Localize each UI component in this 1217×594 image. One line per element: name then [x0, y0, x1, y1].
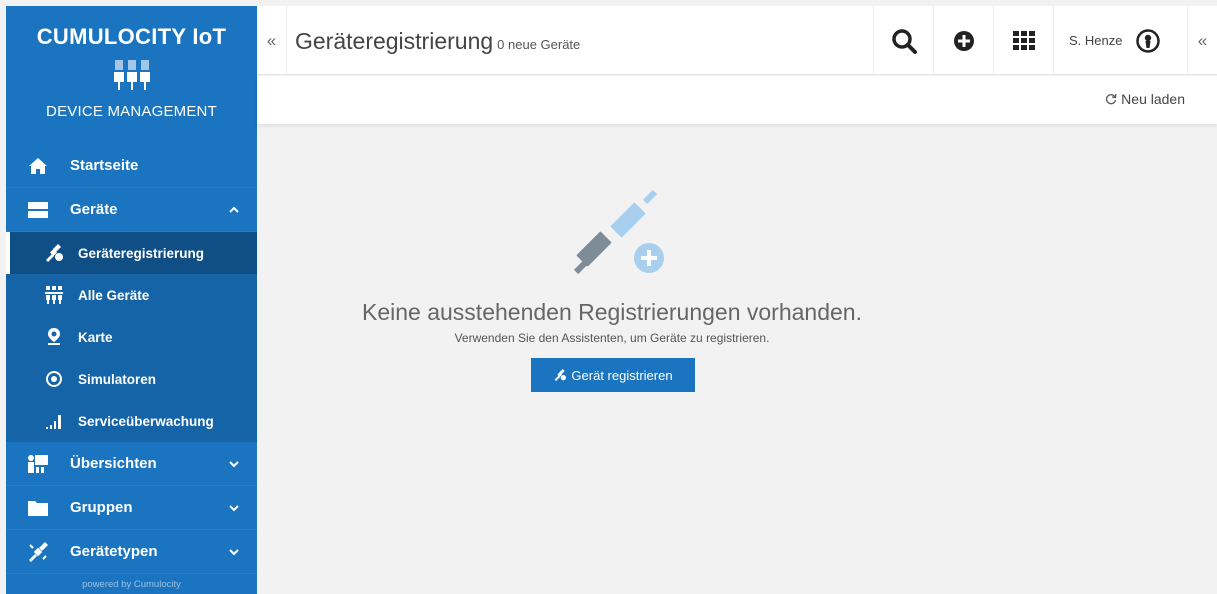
main-content: Keine ausstehenden Registrierungen vorha…: [257, 124, 1217, 594]
empty-state-title: Keine ausstehenden Registrierungen vorha…: [362, 299, 862, 325]
add-button[interactable]: [933, 6, 993, 75]
dashboard-icon: [26, 454, 50, 474]
new-devices-count: 0 neue Geräte: [497, 37, 581, 52]
device-types-icon: [26, 541, 50, 562]
devices-grid-icon: [44, 286, 64, 304]
device-management-icon: [113, 60, 150, 90]
sidebar-item-label: Gruppen: [70, 499, 133, 516]
sidebar-item-startseite[interactable]: Startseite: [6, 144, 257, 188]
collapse-right-panel-button[interactable]: «: [1187, 6, 1217, 75]
sidebar-item-simulatoren[interactable]: Simulatoren: [6, 358, 257, 400]
sidebar-item-label: Übersichten: [70, 455, 157, 472]
search-button[interactable]: [873, 6, 933, 75]
user-name: S. Henze: [1069, 33, 1123, 48]
sidebar-item-label: Geräte: [70, 201, 118, 218]
simulator-icon: [44, 370, 64, 388]
plus-circle-icon: [953, 30, 974, 51]
plug-add-illustration: [573, 189, 664, 275]
signal-icon: [44, 412, 64, 430]
chevron-down-icon: [229, 548, 239, 555]
sidebar-item-label: Startseite: [70, 157, 139, 174]
search-icon: [891, 28, 917, 54]
sidebar-item-label: Simulatoren: [78, 371, 157, 387]
empty-state-subtitle: Verwenden Sie den Assistenten, um Geräte…: [454, 331, 770, 345]
page-title-text: Geräteregistrierung: [295, 28, 494, 54]
register-device-label: Gerät registrieren: [571, 367, 673, 383]
user-icon: [1136, 28, 1161, 53]
map-pin-icon: [44, 328, 64, 346]
sidebar-item-label: Alle Geräte: [78, 287, 150, 303]
sidebar-item-label: Karte: [78, 329, 113, 345]
user-menu[interactable]: S. Henze: [1053, 6, 1171, 75]
sidebar-item-alle-geraete[interactable]: Alle Geräte: [6, 274, 257, 316]
sidebar-submenu-geraete: Geräteregistrierung Alle Geräte Karte Si…: [6, 232, 257, 442]
brand: CUMULOCITY IoT DEVICE MANAGEMENT: [6, 6, 257, 144]
sidebar-item-geraeteregistrierung[interactable]: Geräteregistrierung: [6, 232, 257, 274]
chevron-down-icon: [229, 460, 239, 467]
chevron-down-icon: [229, 504, 239, 511]
sidebar-item-label: Geräteregistrierung: [78, 245, 205, 261]
sidebar-item-geraetetypen[interactable]: Gerätetypen: [6, 530, 257, 574]
refresh-icon: [1106, 93, 1117, 105]
sidebar-item-geraete[interactable]: Geräte: [6, 188, 257, 232]
powered-by: powered by Cumulocity: [82, 579, 181, 590]
page-title: Geräteregistrierung 0 neue Geräte: [295, 28, 580, 55]
plug-icon: [555, 369, 567, 381]
reload-label: Neu laden: [1121, 91, 1185, 107]
sidebar-item-uebersichten[interactable]: Übersichten: [6, 442, 257, 486]
sidebar-item-label: Gerätetypen: [70, 543, 158, 560]
sidebar-item-karte[interactable]: Karte: [6, 316, 257, 358]
brand-title: CUMULOCITY IoT: [36, 24, 227, 49]
chevron-up-icon: [229, 206, 239, 213]
action-bar: Neu laden: [257, 76, 1217, 124]
app-switcher-button[interactable]: [993, 6, 1053, 75]
plug-icon: [44, 244, 64, 262]
sidebar-item-gruppen[interactable]: Gruppen: [6, 486, 257, 530]
sidebar: CUMULOCITY IoT DEVICE MANAGEMENT Startse…: [6, 6, 257, 594]
reload-button[interactable]: Neu laden: [1105, 91, 1185, 107]
register-device-button[interactable]: Gerät registrieren: [531, 358, 695, 392]
sidebar-item-serviceueberwachung[interactable]: Serviceüberwachung: [6, 400, 257, 442]
top-bar: « Geräteregistrierung 0 neue Geräte S. He…: [257, 6, 1217, 75]
folder-icon: [26, 498, 50, 518]
brand-subtitle: DEVICE MANAGEMENT: [46, 103, 217, 120]
devices-icon: [26, 200, 50, 220]
sidebar-nav: Startseite Geräte Geräteregistrierung Al…: [6, 144, 257, 574]
sidebar-item-label: Serviceüberwachung: [78, 413, 214, 429]
collapse-sidebar-button[interactable]: «: [257, 6, 287, 75]
app-grid-icon: [1012, 30, 1035, 50]
home-icon: [26, 156, 50, 176]
